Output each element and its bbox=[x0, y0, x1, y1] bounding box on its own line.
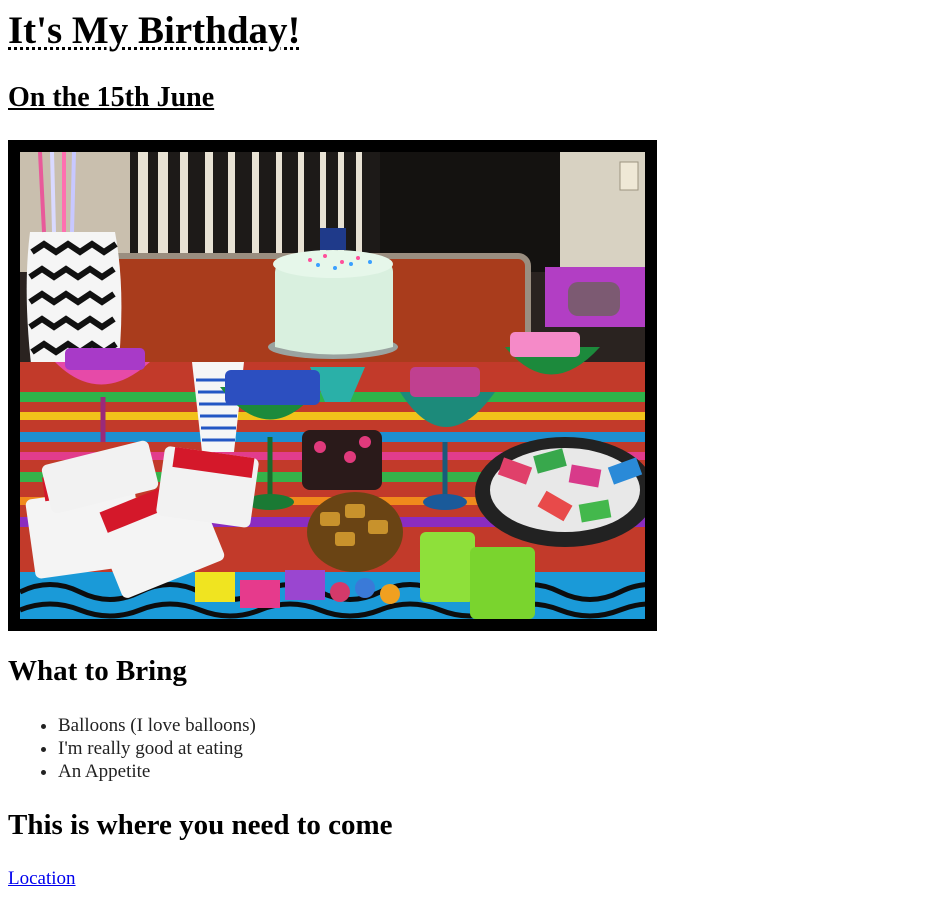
location-link[interactable]: Location bbox=[8, 867, 76, 890]
list-item: An Appetite bbox=[58, 760, 256, 783]
list-item: I'm really good at eating bbox=[58, 737, 256, 760]
page-subtitle: On the 15th June bbox=[8, 82, 215, 113]
where-heading: This is where you need to come bbox=[8, 809, 393, 841]
what-to-bring-heading: What to Bring bbox=[8, 655, 187, 687]
page-title: It's My Birthday! bbox=[8, 9, 301, 52]
bring-list: Balloons (I love balloons) I'm really go… bbox=[8, 714, 256, 783]
list-item: Balloons (I love balloons) bbox=[58, 714, 256, 737]
party-photo-image bbox=[20, 152, 645, 619]
party-photo bbox=[8, 140, 657, 631]
